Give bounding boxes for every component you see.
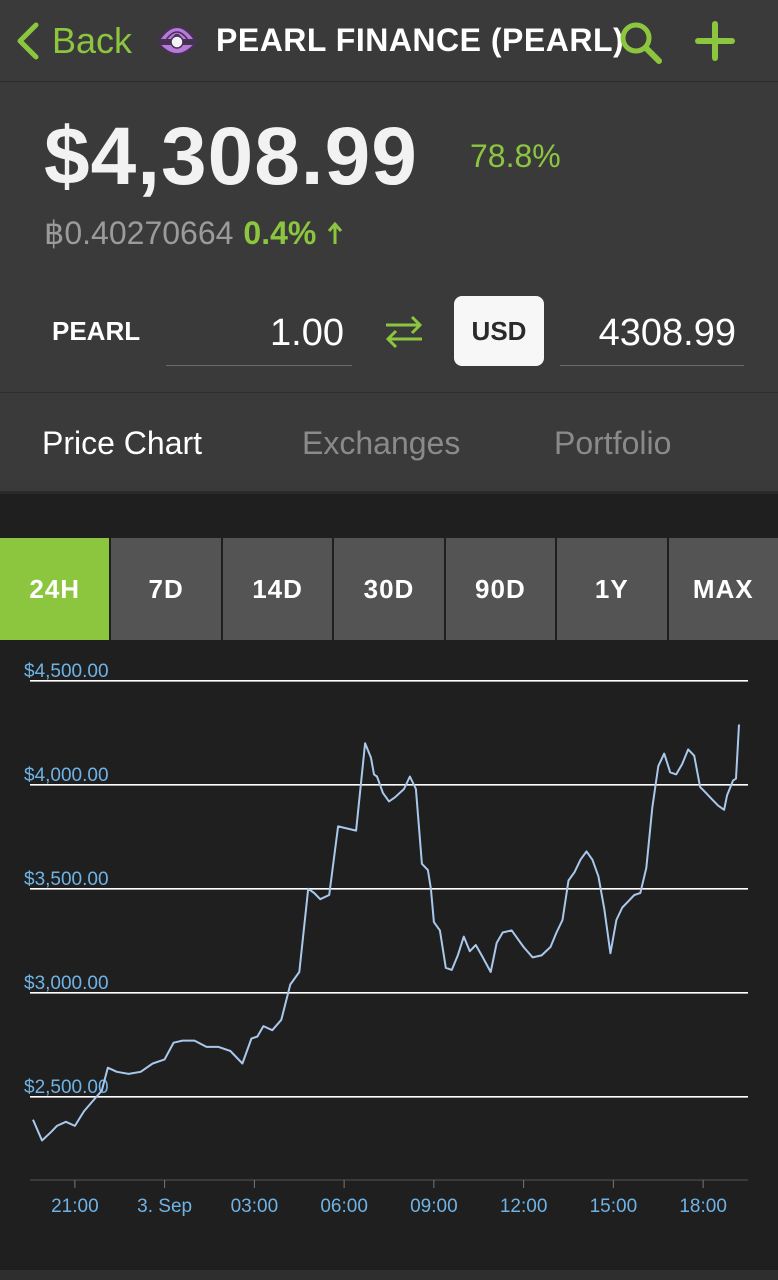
amount-input[interactable]: 1.00	[166, 298, 352, 366]
page-title: PEARL FINANCE (PEARL)	[216, 22, 625, 58]
x-tick-label: 21:00	[51, 1196, 99, 1217]
range-7d-button[interactable]: 7D	[111, 538, 221, 640]
range-30d-button[interactable]: 30D	[334, 538, 444, 640]
y-tick-label: $3,500.00	[24, 869, 109, 890]
y-tick-label: $4,500.00	[24, 661, 109, 682]
converter-symbol: PEARL	[52, 316, 141, 346]
range-1y-button[interactable]: 1Y	[557, 538, 667, 640]
search-icon[interactable]	[616, 18, 664, 66]
tab-exchanges[interactable]: Exchanges	[302, 393, 460, 491]
range-24h-button[interactable]: 24H	[0, 538, 110, 640]
currency-select-button[interactable]: USD	[454, 296, 544, 366]
time-range-selector: 24H 7D 14D 30D 90D 1Y MAX	[0, 538, 778, 640]
x-tick-label: 09:00	[410, 1196, 458, 1217]
tab-price-chart[interactable]: Price Chart	[42, 393, 202, 491]
btc-change: 0.4%	[243, 214, 317, 251]
y-tick-label: $4,000.00	[24, 765, 109, 786]
arrow-up-icon	[328, 221, 343, 244]
x-tick-label: 3. Sep	[137, 1196, 192, 1217]
back-label: Back	[52, 20, 133, 61]
converted-amount-input[interactable]: 4308.99	[560, 298, 744, 366]
price-chart-svg: $2,500.00 $3,000.00 $3,500.00 $4,000.00 $4,5…	[24, 661, 748, 1217]
price-change: 78.8%	[470, 138, 561, 174]
btc-price: ฿0.40270664	[44, 215, 234, 251]
range-14d-button[interactable]: 14D	[222, 538, 333, 640]
price-line	[32, 724, 740, 1142]
back-button[interactable]: Back	[14, 18, 132, 64]
x-tick-label: 15:00	[590, 1196, 638, 1217]
price-header: $4,308.99 78.8% ฿0.40270664 0.4% PEARL 1…	[0, 82, 778, 392]
x-tick-label: 12:00	[500, 1196, 548, 1217]
active-tab-indicator	[0, 491, 260, 494]
tab-portfolio[interactable]: Portfolio	[554, 393, 671, 491]
pearl-oyster-icon	[156, 26, 198, 55]
range-max-button[interactable]: MAX	[668, 538, 778, 640]
plus-icon[interactable]	[694, 20, 736, 62]
section-tabs: Price Chart Exchanges Portfolio	[0, 392, 778, 494]
x-tick-label: 18:00	[679, 1196, 727, 1217]
usd-price: $4,308.99	[44, 111, 418, 202]
x-tick-label: 03:00	[231, 1196, 279, 1217]
bottom-strip	[0, 1270, 778, 1280]
y-tick-label: $3,000.00	[24, 973, 109, 994]
x-tick-label: 06:00	[320, 1196, 368, 1217]
btc-price-row: ฿0.40270664 0.4%	[44, 214, 344, 252]
swap-icon[interactable]	[382, 314, 426, 350]
range-90d-button[interactable]: 90D	[445, 538, 556, 640]
price-chart[interactable]: $2,500.00 $3,000.00 $3,500.00 $4,000.00 $4,5…	[0, 640, 778, 1270]
chevron-left-icon	[17, 22, 39, 60]
top-bar: Back PEARL FINANCE (PEARL)	[0, 0, 778, 82]
y-tick-label: $2,500.00	[24, 1077, 109, 1098]
